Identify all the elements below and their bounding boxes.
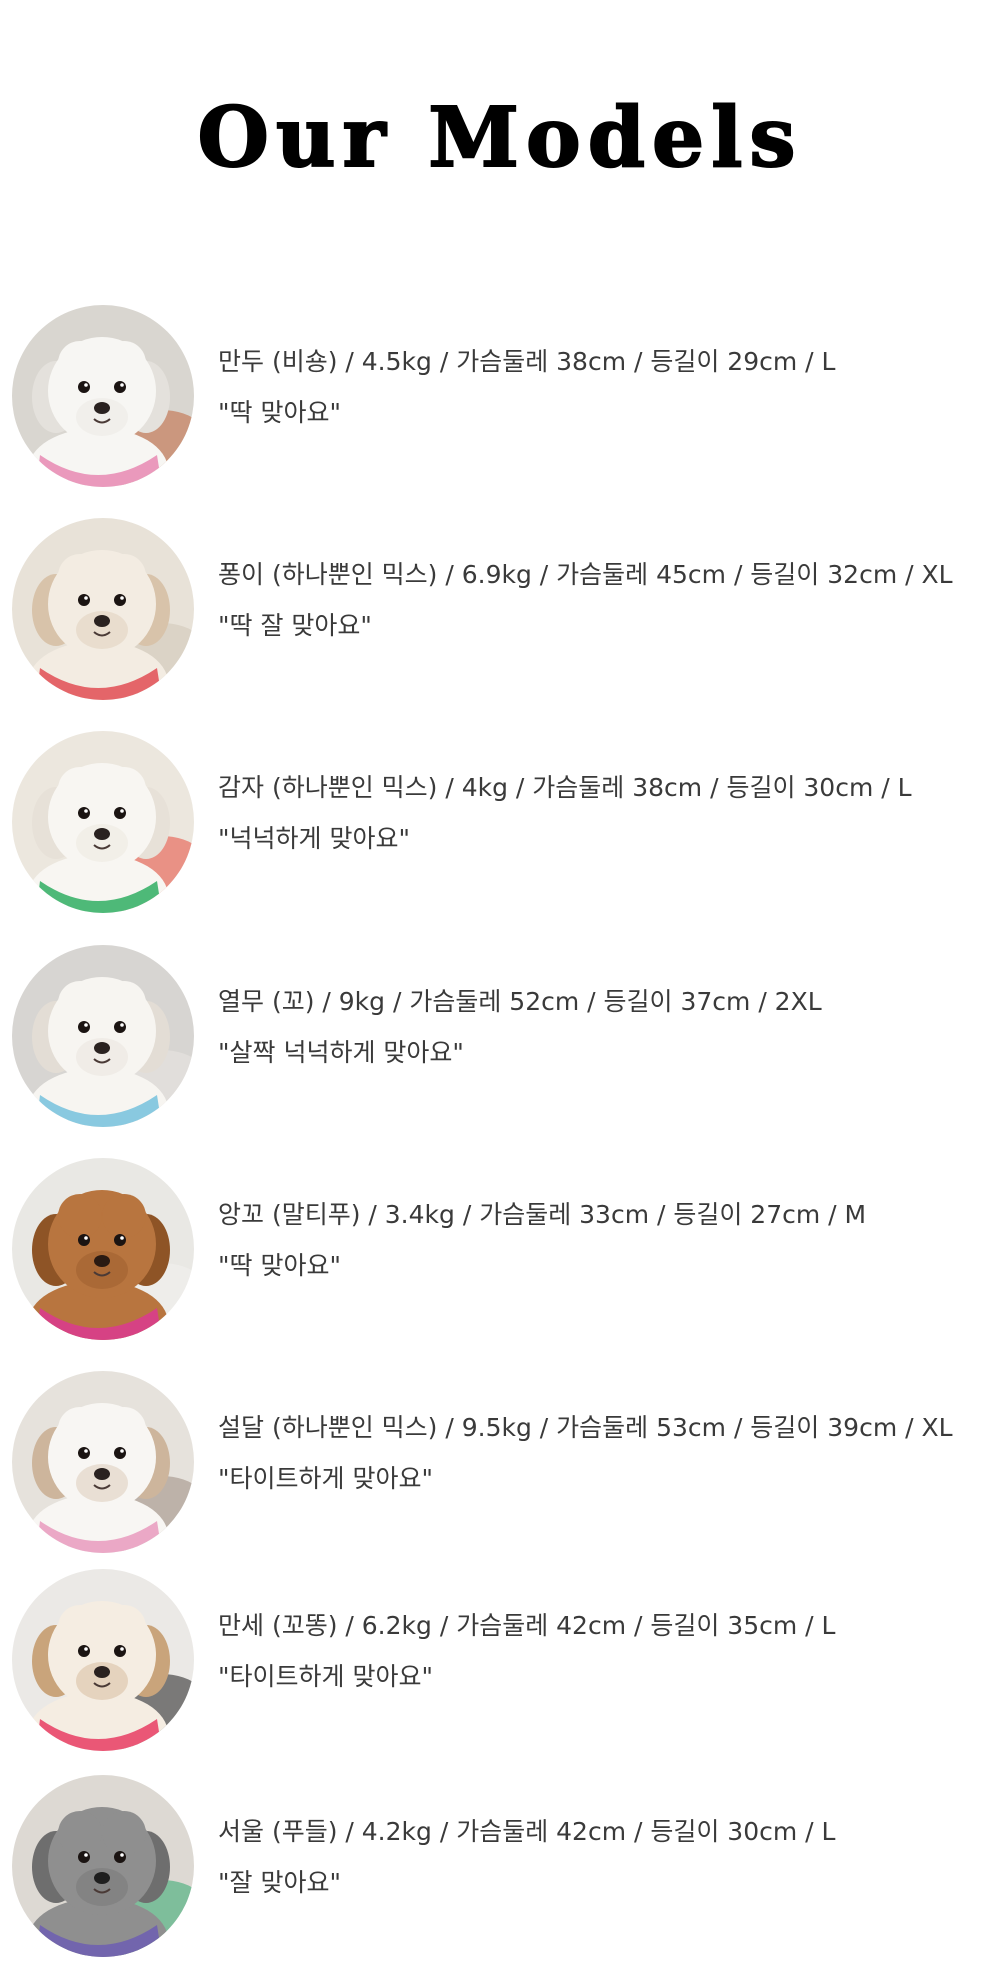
model-spec: 설달 (하나뿐인 믹스) / 9.5kg / 가슴둘레 53cm / 등길이 3…	[218, 1413, 953, 1442]
dog-photo	[12, 1371, 194, 1553]
model-spec: 열무 (꼬) / 9kg / 가슴둘레 52cm / 등길이 37cm / 2X…	[218, 987, 822, 1016]
model-info: 설달 (하나뿐인 믹스) / 9.5kg / 가슴둘레 53cm / 등길이 3…	[218, 1411, 953, 1496]
model-spec: 만세 (꼬똥) / 6.2kg / 가슴둘레 42cm / 등길이 35cm /…	[218, 1611, 836, 1640]
model-row: 서울 (푸들) / 4.2kg / 가슴둘레 42cm / 등길이 30cm /…	[0, 1775, 1000, 1957]
dog-photo	[12, 518, 194, 700]
model-row: 만세 (꼬똥) / 6.2kg / 가슴둘레 42cm / 등길이 35cm /…	[0, 1569, 1000, 1751]
fit-comment: "잘 맞아요"	[218, 1868, 341, 1897]
model-spec: 퐁이 (하나뿐인 믹스) / 6.9kg / 가슴둘레 45cm / 등길이 3…	[218, 560, 953, 589]
fit-comment: "딱 잘 맞아요"	[218, 611, 372, 640]
model-list: 만두 (비숑) / 4.5kg / 가슴둘레 38cm / 등길이 29cm /…	[0, 0, 1000, 1987]
fit-comment: "타이트하게 맞아요"	[218, 1464, 433, 1493]
model-row: 퐁이 (하나뿐인 믹스) / 6.9kg / 가슴둘레 45cm / 등길이 3…	[0, 518, 1000, 700]
model-info: 감자 (하나뿐인 믹스) / 4kg / 가슴둘레 38cm / 등길이 30c…	[218, 771, 912, 856]
model-info: 열무 (꼬) / 9kg / 가슴둘레 52cm / 등길이 37cm / 2X…	[218, 985, 822, 1070]
model-info: 만두 (비숑) / 4.5kg / 가슴둘레 38cm / 등길이 29cm /…	[218, 345, 835, 430]
model-row: 만두 (비숑) / 4.5kg / 가슴둘레 38cm / 등길이 29cm /…	[0, 305, 1000, 487]
model-row: 설달 (하나뿐인 믹스) / 9.5kg / 가슴둘레 53cm / 등길이 3…	[0, 1371, 1000, 1553]
model-info: 퐁이 (하나뿐인 믹스) / 6.9kg / 가슴둘레 45cm / 등길이 3…	[218, 558, 953, 643]
fit-comment: "살짝 넉넉하게 맞아요"	[218, 1038, 464, 1067]
dog-photo	[12, 731, 194, 913]
model-spec: 서울 (푸들) / 4.2kg / 가슴둘레 42cm / 등길이 30cm /…	[218, 1817, 836, 1846]
model-spec: 만두 (비숑) / 4.5kg / 가슴둘레 38cm / 등길이 29cm /…	[218, 347, 836, 376]
dog-photo	[12, 1775, 194, 1957]
model-info: 만세 (꼬똥) / 6.2kg / 가슴둘레 42cm / 등길이 35cm /…	[218, 1609, 835, 1694]
model-info: 서울 (푸들) / 4.2kg / 가슴둘레 42cm / 등길이 30cm /…	[218, 1815, 835, 1900]
dog-photo	[12, 1569, 194, 1751]
dog-photo	[12, 1158, 194, 1340]
dog-photo	[12, 305, 194, 487]
model-row: 감자 (하나뿐인 믹스) / 4kg / 가슴둘레 38cm / 등길이 30c…	[0, 731, 1000, 913]
model-row: 앙꼬 (말티푸) / 3.4kg / 가슴둘레 33cm / 등길이 27cm …	[0, 1158, 1000, 1340]
fit-comment: "타이트하게 맞아요"	[218, 1662, 433, 1691]
fit-comment: "딱 맞아요"	[218, 1251, 341, 1280]
model-spec: 감자 (하나뿐인 믹스) / 4kg / 가슴둘레 38cm / 등길이 30c…	[218, 773, 912, 802]
model-info: 앙꼬 (말티푸) / 3.4kg / 가슴둘레 33cm / 등길이 27cm …	[218, 1198, 866, 1283]
model-spec: 앙꼬 (말티푸) / 3.4kg / 가슴둘레 33cm / 등길이 27cm …	[218, 1200, 867, 1229]
fit-comment: "딱 맞아요"	[218, 398, 341, 427]
model-row: 열무 (꼬) / 9kg / 가슴둘레 52cm / 등길이 37cm / 2X…	[0, 945, 1000, 1127]
dog-photo	[12, 945, 194, 1127]
fit-comment: "넉넉하게 맞아요"	[218, 824, 410, 853]
